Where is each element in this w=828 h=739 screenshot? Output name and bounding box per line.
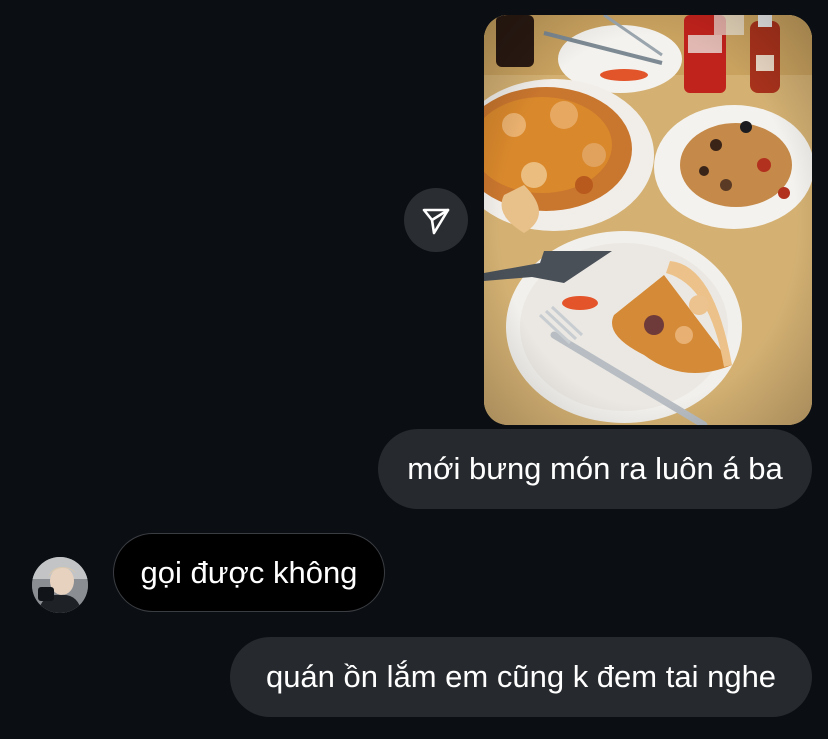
message-text: quán ồn lắm em cũng k đem tai nghe [265, 659, 777, 694]
contact-avatar[interactable] [32, 557, 88, 613]
message-text: mới bưng món ra luôn á ba [407, 451, 783, 486]
sent-message-bubble[interactable]: quán ồn lắm em cũng k đem tai nghe [230, 637, 812, 717]
avatar-icon [32, 557, 88, 613]
food-photo-illustration [484, 15, 812, 425]
chat-thread: mới bưng món ra luôn á ba gọi được không… [0, 0, 828, 739]
send-paper-plane-icon [422, 208, 450, 235]
message-text: gọi được không [140, 554, 358, 590]
share-button[interactable] [404, 188, 468, 252]
shared-food-photo[interactable] [484, 15, 812, 425]
received-message-bubble[interactable]: gọi được không [113, 533, 385, 612]
sent-message-bubble[interactable]: mới bưng món ra luôn á ba [378, 429, 812, 509]
